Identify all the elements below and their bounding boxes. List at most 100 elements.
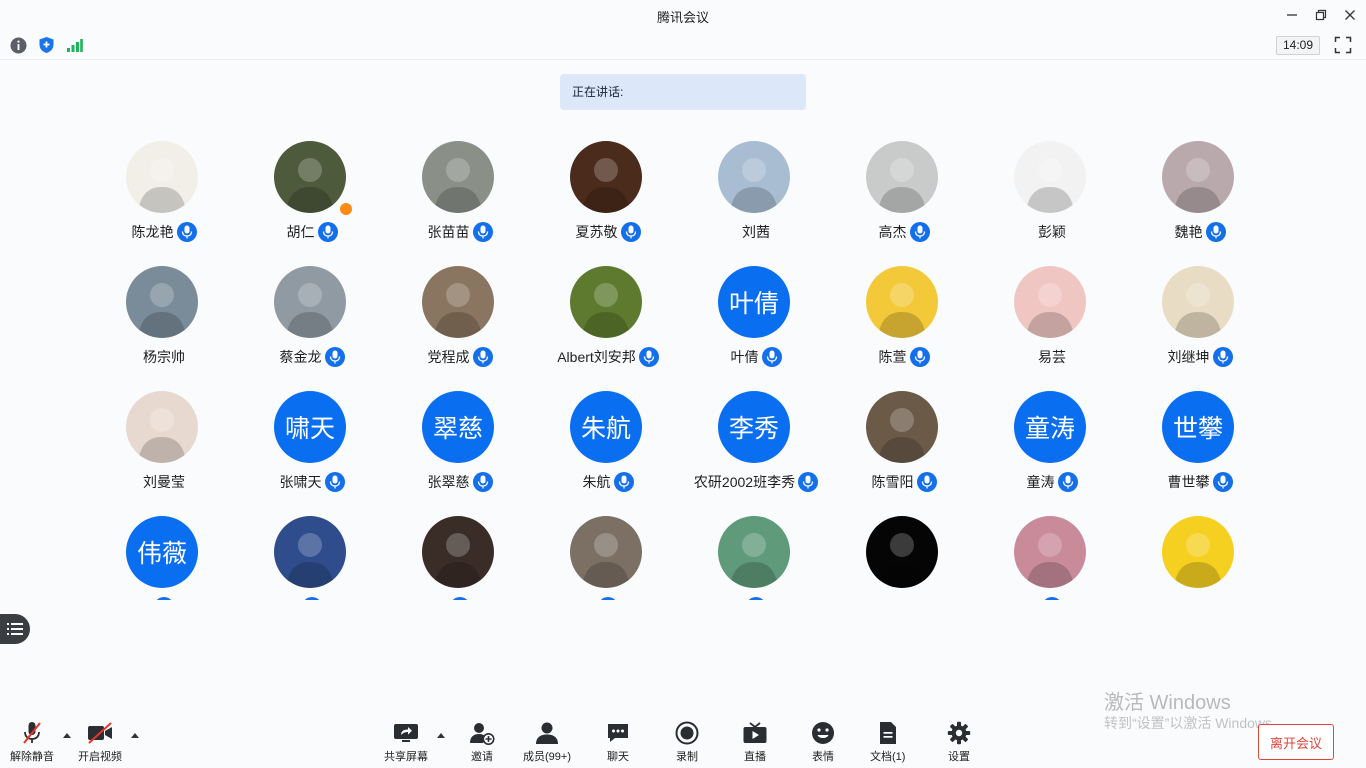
- speaking-indicator: 正在讲话:: [560, 74, 806, 110]
- share-options-caret[interactable]: [436, 731, 446, 739]
- participant-tile[interactable]: 伟薇: [90, 505, 238, 600]
- participant-tile[interactable]: 翠慈张翠慈: [386, 380, 534, 505]
- video-options-caret[interactable]: [130, 731, 140, 739]
- document-icon: [879, 722, 896, 744]
- participant-tile[interactable]: [1126, 505, 1274, 600]
- audio-options-caret[interactable]: [62, 731, 72, 739]
- network-signal-button[interactable]: [65, 36, 83, 54]
- reactions-button[interactable]: 表情: [809, 720, 837, 764]
- participant-avatar: [422, 266, 494, 338]
- participant-tile[interactable]: [238, 505, 386, 600]
- share-screen-button[interactable]: 共享屏幕: [384, 720, 428, 764]
- record-button[interactable]: 录制: [673, 720, 701, 764]
- participant-name-row: 陈萱: [830, 347, 978, 367]
- participant-tile[interactable]: [830, 505, 978, 600]
- settings-button[interactable]: 设置: [945, 720, 973, 764]
- unmute-button[interactable]: 解除静音: [10, 720, 54, 764]
- participant-tile[interactable]: 陈萱: [830, 255, 978, 380]
- leave-meeting-button[interactable]: 离开会议: [1258, 724, 1334, 760]
- members-button[interactable]: 成员(99+): [523, 720, 571, 764]
- participant-tile[interactable]: 李秀 农研2002班李秀: [682, 380, 830, 505]
- security-button[interactable]: [37, 36, 55, 54]
- mic-icon: [1042, 597, 1062, 600]
- mic-icon: [1212, 472, 1233, 492]
- participant-tile[interactable]: [978, 505, 1126, 600]
- participant-list-toggle[interactable]: [0, 614, 30, 644]
- participant-tile[interactable]: 童涛 童涛: [978, 380, 1126, 505]
- fullscreen-button[interactable]: [1334, 36, 1352, 54]
- participant-tile[interactable]: 朱航 朱航: [534, 380, 682, 505]
- participant-tile[interactable]: 刘茜: [682, 130, 830, 255]
- activation-watermark-title: 激活 Windows: [1104, 692, 1231, 714]
- participant-tile[interactable]: 陈雪阳: [830, 380, 978, 505]
- participant-name-row: 陈龙艳: [90, 222, 238, 242]
- participant-avatar: [126, 266, 198, 338]
- participant-avatar: [718, 141, 790, 213]
- documents-button[interactable]: 文档(1): [870, 720, 905, 764]
- participant-name: 胡仁: [286, 224, 315, 240]
- participant-avatar: [1162, 141, 1234, 213]
- participant-tile[interactable]: 刘继坤: [1126, 255, 1274, 380]
- participant-tile[interactable]: 陈龙艳: [90, 130, 238, 255]
- participant-name-row: 张苗苗: [386, 222, 534, 242]
- participant-tile[interactable]: [534, 505, 682, 600]
- start-video-button[interactable]: 开启视频: [78, 720, 122, 764]
- participant-tile[interactable]: 魏艳: [1126, 130, 1274, 255]
- mic-icon: [317, 222, 338, 242]
- participant-avatar: [570, 266, 642, 338]
- live-stream-button[interactable]: 直播: [741, 720, 769, 764]
- participant-tile[interactable]: [682, 505, 830, 600]
- mic-icon: [324, 347, 345, 367]
- participant-name-row: 党程成: [386, 347, 534, 367]
- participant-avatar: [866, 141, 938, 213]
- participant-grid: 陈龙艳 胡仁 张苗苗 夏苏敬 刘茜 高杰 彭颖 魏艳 杨宗帅 蔡金龙 党程成 Albert刘安邦 叶倩叶…: [90, 130, 1280, 600]
- participant-tile[interactable]: 杨宗帅: [90, 255, 238, 380]
- window-title: 腾讯会议: [656, 10, 709, 25]
- minimize-button[interactable]: [1280, 4, 1304, 26]
- participant-tile[interactable]: 夏苏敬: [534, 130, 682, 255]
- participant-tile[interactable]: 蔡金龙: [238, 255, 386, 380]
- participant-avatar: [866, 391, 938, 463]
- close-button[interactable]: [1338, 4, 1362, 26]
- invite-button[interactable]: 邀请: [468, 720, 496, 764]
- participant-tile[interactable]: 胡仁: [238, 130, 386, 255]
- mic-icon: [638, 347, 659, 367]
- participant-name-row: Albert刘安邦: [534, 347, 682, 367]
- participant-tile[interactable]: 啸天张啸天: [238, 380, 386, 505]
- video-off-icon: [88, 722, 112, 744]
- participant-name-row: 陈雪阳: [830, 472, 978, 492]
- mic-icon: [909, 347, 930, 367]
- participant-name-row: [386, 597, 534, 600]
- participant-tile[interactable]: 刘曼莹: [90, 380, 238, 505]
- mic-icon: [613, 472, 634, 492]
- mic-icon: [1057, 472, 1078, 492]
- participant-tile[interactable]: 世攀 曹世攀: [1126, 380, 1274, 505]
- participant-tile[interactable]: Albert刘安邦: [534, 255, 682, 380]
- participant-avatar: 啸天: [274, 391, 346, 463]
- participant-tile[interactable]: 彭颖: [978, 130, 1126, 255]
- participant-tile[interactable]: [386, 505, 534, 600]
- participant-tile[interactable]: 易芸: [978, 255, 1126, 380]
- participant-name: 张啸天: [279, 474, 322, 490]
- info-button[interactable]: [9, 36, 27, 54]
- participant-name: 朱航: [582, 474, 611, 490]
- chat-button[interactable]: 聊天: [604, 720, 632, 764]
- participant-avatar: 翠慈: [422, 391, 494, 463]
- participant-name-row: 曹世攀: [1126, 472, 1274, 492]
- participant-tile[interactable]: 党程成: [386, 255, 534, 380]
- mic-icon: [302, 597, 322, 600]
- restore-button[interactable]: [1309, 4, 1333, 26]
- participant-tile[interactable]: 张苗苗: [386, 130, 534, 255]
- participant-name-row: [534, 597, 682, 600]
- participant-name: 张翠慈: [427, 474, 470, 490]
- participant-tile[interactable]: 高杰: [830, 130, 978, 255]
- participant-avatar: [718, 516, 790, 588]
- mic-icon: [472, 347, 493, 367]
- participant-name-row: 魏艳: [1126, 222, 1274, 242]
- participant-avatar: [274, 141, 346, 213]
- participant-avatar: [126, 141, 198, 213]
- participant-avatar: 叶倩: [718, 266, 790, 338]
- fullscreen-icon: [1334, 36, 1352, 54]
- participant-tile[interactable]: 叶倩 叶倩: [682, 255, 830, 380]
- mic-icon: [324, 472, 345, 492]
